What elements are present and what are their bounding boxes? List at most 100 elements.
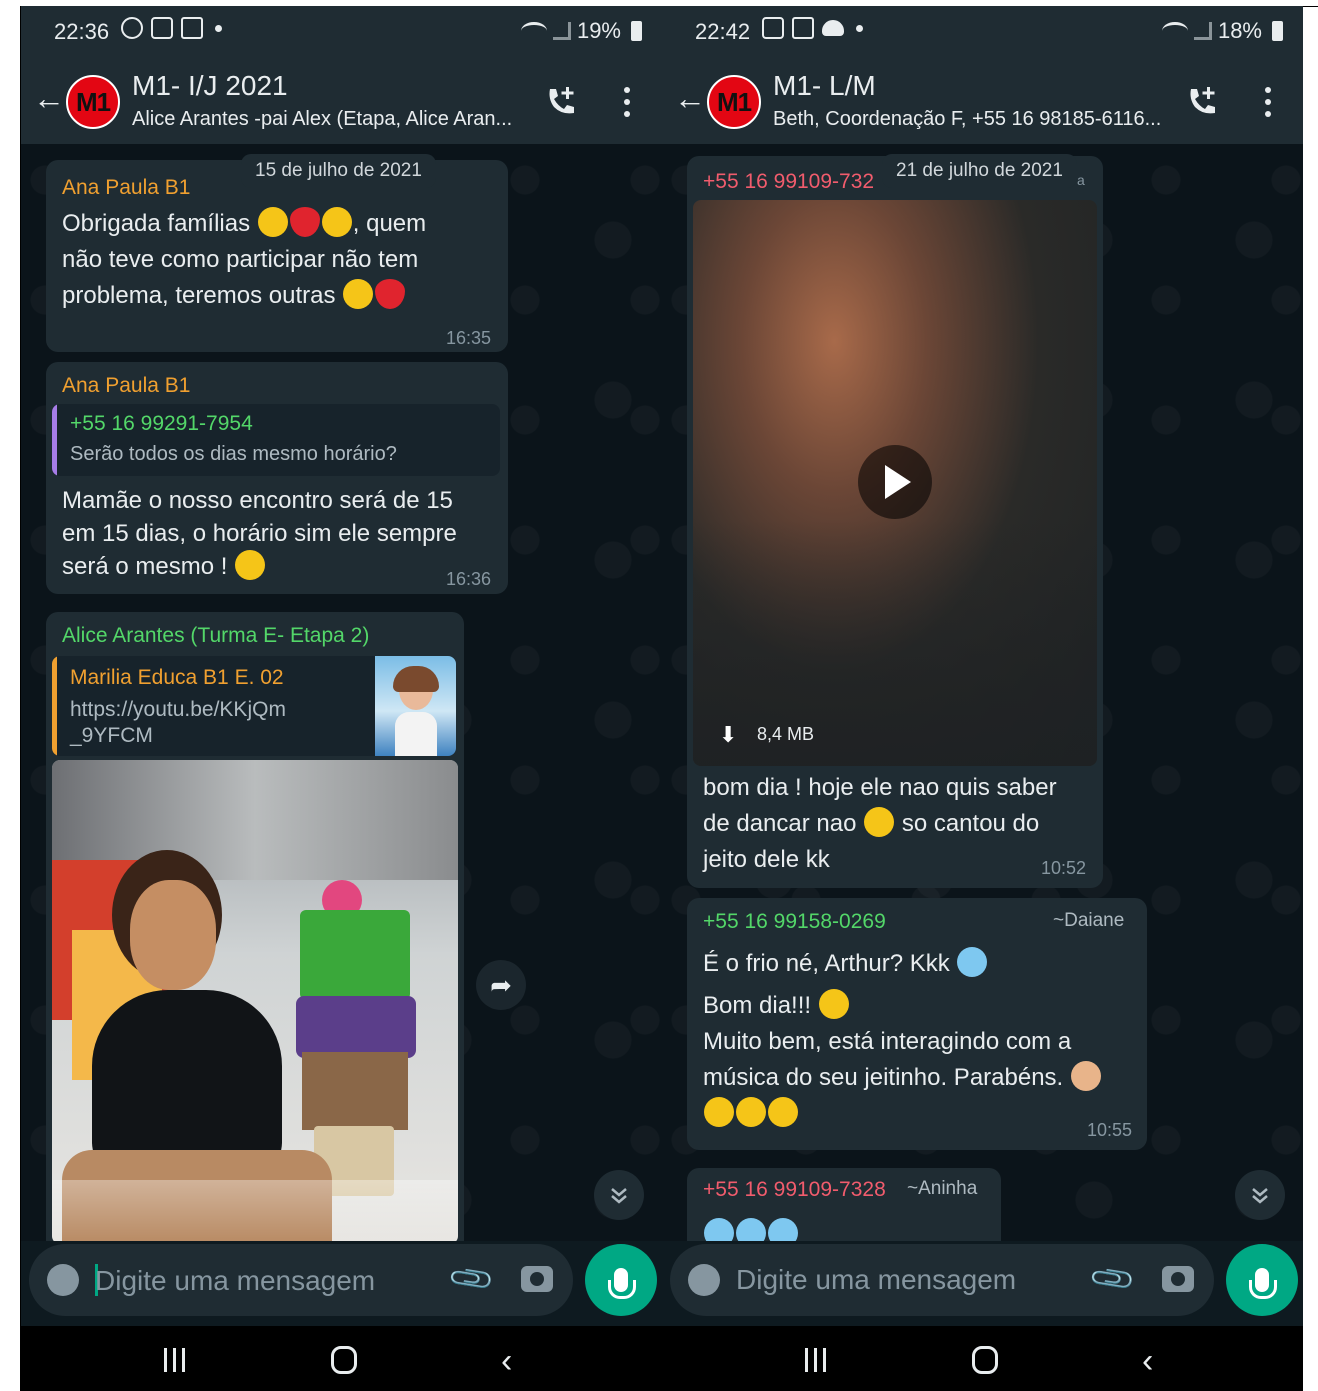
forward-icon[interactable]: ➦ [476, 960, 526, 1010]
drive-notification-icon [762, 17, 784, 39]
back-arrow-icon[interactable]: ← [674, 82, 706, 114]
message-bubble[interactable]: Alice Arantes (Turma E- Etapa 2) Marilia… [46, 612, 464, 1241]
chat-header: ← M1 M1- I/J 2021 Alice Arantes -pai Ale… [21, 58, 662, 144]
message-text: bom dia ! hoje ele nao quis saber de dan… [703, 774, 1057, 873]
message-bubble[interactable]: +55 16 99109-732 a ⬇ 8,4 MB bom dia ! ho… [687, 156, 1103, 888]
gallery-notification-icon [181, 17, 203, 39]
nav-back-icon[interactable]: ‹ [1142, 1342, 1153, 1381]
back-arrow-icon[interactable]: ← [33, 82, 65, 114]
sender-overflow: a [1077, 172, 1085, 188]
quoted-message[interactable]: Marilia Educa B1 E. 02 https://youtu.be/… [52, 656, 456, 756]
message-bubble[interactable]: Ana Paula B1 +55 16 99291-7954 Serão tod… [46, 362, 508, 594]
quoted-message[interactable]: +55 16 99291-7954 Serão todos os dias me… [52, 404, 500, 476]
nav-back-icon[interactable]: ‹ [501, 1342, 512, 1381]
video-thumbnail[interactable]: ⬇ 8,4 MB [693, 200, 1097, 766]
left-phone-screen: 22:36 19% ← M1 M1- I/J 2021 Alice Arante… [21, 6, 662, 1391]
cold-face-emoji-icon [736, 1218, 766, 1241]
smiling-hearts-emoji-icon [818, 989, 849, 1019]
face-with-hand-over-mouth-emoji-icon [864, 807, 895, 837]
message-sender[interactable]: +55 16 99109-7328 [703, 1178, 886, 1202]
add-call-icon[interactable] [1182, 82, 1222, 122]
drive-notification-icon [151, 17, 173, 39]
system-indicators: 18% [1161, 18, 1283, 44]
message-time: 10:55 [1087, 1120, 1133, 1140]
chat-subtitle[interactable]: Alice Arantes -pai Alex (Etapa, Alice Ar… [132, 108, 532, 131]
attach-icon[interactable]: 📎 [446, 1254, 497, 1305]
message-sender[interactable]: Ana Paula B1 [62, 374, 190, 398]
message-input[interactable]: Digite uma mensagem [736, 1264, 1016, 1296]
camera-icon[interactable] [521, 1266, 553, 1292]
message-text: É o frio né, Arthur? Kkk Bom dia!!! Muit… [703, 946, 1133, 1132]
battery-percent: 18% [1217, 18, 1262, 43]
date-chip: 21 de julho de 2021 [882, 154, 1077, 188]
message-sender[interactable]: +55 16 99109-732 [703, 170, 874, 194]
message-time: 10:52 [1041, 858, 1087, 878]
message-text [703, 1218, 799, 1241]
message-list[interactable]: +55 16 99109-732 a ⬇ 8,4 MB bom dia ! ho… [662, 144, 1303, 1241]
quoted-link-line: https://youtu.be/KKjQm [70, 698, 286, 721]
message-composer[interactable]: Digite uma mensagem 📎 [29, 1244, 573, 1316]
camera-icon[interactable] [1162, 1266, 1194, 1292]
home-icon[interactable] [972, 1346, 998, 1374]
party-face-emoji-icon [768, 1097, 798, 1127]
add-call-icon[interactable] [541, 82, 581, 122]
recents-icon[interactable] [805, 1348, 826, 1372]
message-bubble[interactable]: Ana Paula B1 Obrigada famílias , quem nã… [46, 160, 508, 352]
emoji-icon[interactable] [688, 1264, 720, 1296]
message-bubble[interactable]: +55 16 99109-7328 ~Aninha [687, 1168, 1001, 1241]
status-time: 22:42 [695, 19, 751, 44]
message-input[interactable]: Digite uma mensagem [95, 1264, 375, 1297]
smiling-hearts-emoji-icon [257, 207, 288, 237]
group-avatar[interactable]: M1 [66, 75, 120, 129]
wifi-icon [1161, 22, 1188, 40]
message-list[interactable]: Ana Paula B1 Obrigada famílias , quem nã… [21, 144, 662, 1241]
scroll-down-icon[interactable] [1235, 1170, 1285, 1220]
message-sender[interactable]: +55 16 99158-0269 [703, 910, 886, 934]
message-time: 16:35 [446, 328, 492, 348]
notification-icons [121, 17, 222, 39]
chat-title[interactable]: M1- L/M [773, 70, 876, 102]
frame-border-top [1302, 6, 1318, 7]
message-sender[interactable]: Ana Paula B1 [62, 176, 190, 200]
message-composer[interactable]: Digite uma mensagem 📎 [670, 1244, 1214, 1316]
video-file-size: 8,4 MB [757, 724, 815, 744]
quoted-link-line: _9YFCM [70, 724, 153, 747]
smile-emoji-icon [343, 279, 374, 309]
sender-alias: ~Aninha [907, 1178, 978, 1199]
chat-subtitle[interactable]: Beth, Coordenação F, +55 16 98185-6116..… [773, 108, 1173, 131]
cold-face-emoji-icon [957, 947, 988, 977]
battery-icon [631, 21, 642, 41]
emoji-icon[interactable] [47, 1264, 79, 1296]
status-bar: 22:42 18% [662, 6, 1303, 58]
whatsapp-notification-icon [121, 17, 143, 39]
shared-photo[interactable] [52, 760, 458, 1241]
home-icon[interactable] [331, 1346, 357, 1374]
scroll-down-icon[interactable] [594, 1170, 644, 1220]
more-options-icon[interactable] [1256, 84, 1280, 120]
wifi-icon [520, 22, 547, 40]
system-indicators: 19% [520, 18, 642, 44]
date-chip: 15 de julho de 2021 [241, 154, 436, 188]
mic-button[interactable] [1226, 1244, 1298, 1316]
status-time: 22:36 [54, 19, 110, 44]
group-avatar[interactable]: M1 [707, 75, 761, 129]
chat-title[interactable]: M1- I/J 2021 [132, 70, 288, 102]
attach-icon[interactable]: 📎 [1087, 1254, 1138, 1305]
sender-alias: ~Daiane [1053, 910, 1125, 931]
battery-icon [1272, 21, 1283, 41]
download-icon[interactable]: ⬇ [719, 722, 737, 748]
android-nav-bar: ‹ [662, 1326, 1303, 1391]
party-face-emoji-icon [736, 1097, 766, 1127]
battery-percent: 19% [576, 18, 621, 43]
message-bubble[interactable]: +55 16 99158-0269 ~Daiane É o frio né, A… [687, 898, 1147, 1150]
play-icon[interactable] [858, 445, 932, 519]
cloud-notification-icon [822, 20, 844, 36]
android-nav-bar: ‹ [21, 1326, 662, 1391]
mic-icon [1249, 1268, 1277, 1299]
heart-emoji-icon [289, 207, 320, 237]
more-notifications-dot [856, 24, 863, 32]
message-sender[interactable]: Alice Arantes (Turma E- Etapa 2) [62, 624, 369, 648]
mic-button[interactable] [585, 1244, 657, 1316]
recents-icon[interactable] [164, 1348, 185, 1372]
more-options-icon[interactable] [615, 84, 639, 120]
